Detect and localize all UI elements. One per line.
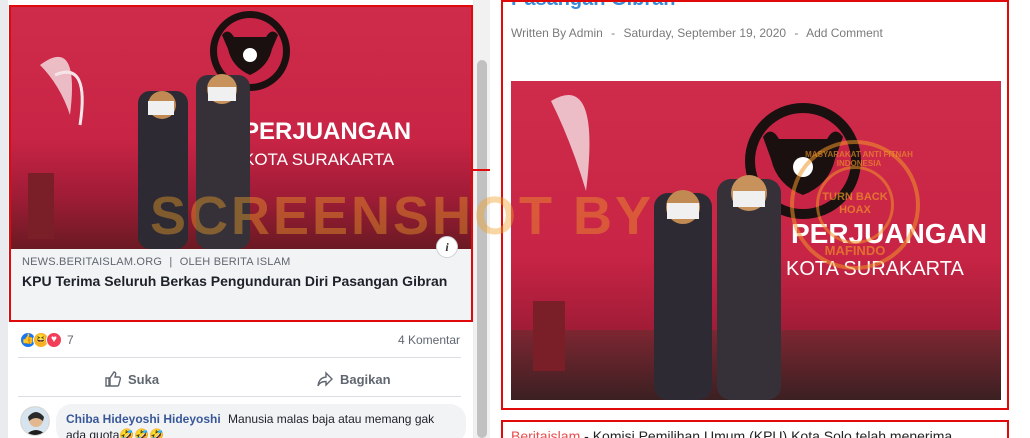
- share-arrow-icon: [317, 371, 333, 387]
- article-body-text: - Komisi Pemilihan Umum (KPU) Kota Solo …: [580, 428, 953, 438]
- article-source-link[interactable]: Beritaislam: [511, 428, 580, 438]
- commenter-avatar[interactable]: [20, 406, 50, 436]
- info-icon[interactable]: i: [436, 236, 458, 258]
- share-button[interactable]: Bagikan: [316, 370, 391, 388]
- divider: [18, 396, 461, 397]
- comment-bubble: Chiba Hideyoshi Hideyoshi Manusia malas …: [56, 404, 466, 438]
- share-label: Bagikan: [340, 371, 391, 387]
- scrollbar[interactable]: [474, 0, 490, 438]
- thumbs-up-icon: [105, 371, 122, 387]
- divider: [18, 357, 461, 358]
- screenshot-stage: PERJUANGAN KOTA SURAKARTA NEWS.BERITAISL…: [0, 0, 1030, 438]
- like-button[interactable]: Suka: [104, 370, 159, 388]
- highlight-box-left: [9, 5, 473, 322]
- comment-author[interactable]: Chiba Hideyoshi Hideyoshi: [66, 412, 221, 426]
- reaction-summary[interactable]: 👍 😆 ♥ 7: [20, 331, 74, 349]
- article-body-first-line: Beritaislam - Komisi Pemilihan Umum (KPU…: [511, 428, 952, 438]
- like-label: Suka: [128, 371, 160, 387]
- reaction-count: 7: [67, 333, 74, 347]
- scrollbar-thumb[interactable]: [477, 60, 487, 438]
- highlight-box-right: [501, 0, 1009, 410]
- comments-count-link[interactable]: 4 Komentar: [398, 333, 460, 347]
- love-reaction-icon: ♥: [46, 332, 62, 348]
